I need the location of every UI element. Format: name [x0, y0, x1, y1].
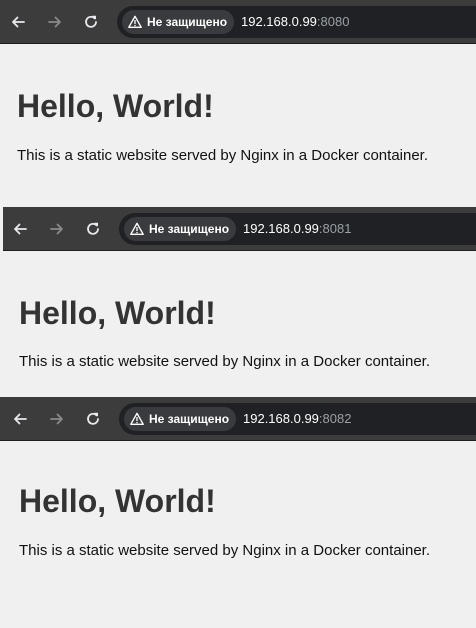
page-paragraph: This is a static website served by Nginx…: [19, 542, 431, 559]
reload-button[interactable]: [83, 219, 103, 239]
url-text[interactable]: 192.168.0.99:8081: [243, 221, 351, 236]
url-host: 192.168.0.99: [241, 14, 317, 29]
browser-window-8082: Не защищено 192.168.0.99:8082 Hello, Wor…: [0, 397, 476, 628]
security-label: Не защищено: [147, 15, 228, 29]
forward-button[interactable]: [47, 219, 67, 239]
url-port: :8080: [316, 14, 350, 29]
page-heading: Hello, World!: [17, 88, 214, 124]
address-bar[interactable]: Не защищено 192.168.0.99:8082: [119, 403, 476, 435]
back-button[interactable]: [8, 12, 28, 32]
forward-arrow-icon: [50, 413, 63, 425]
reload-icon: [87, 412, 99, 425]
reload-button[interactable]: [81, 12, 101, 32]
browser-toolbar: Не защищено 192.168.0.99:8081: [3, 207, 476, 251]
reload-button[interactable]: [83, 409, 103, 429]
reload-icon: [85, 15, 97, 28]
url-port: :8082: [318, 411, 352, 426]
forward-button[interactable]: [45, 12, 65, 32]
back-arrow-icon: [14, 223, 27, 235]
page-heading: Hello, World!: [19, 483, 216, 519]
browser-toolbar: Не защищено 192.168.0.99:8080: [0, 0, 476, 44]
url-text[interactable]: 192.168.0.99:8080: [241, 14, 349, 29]
address-bar[interactable]: Не защищено 192.168.0.99:8080: [117, 6, 476, 38]
security-indicator[interactable]: Не защищено: [124, 217, 237, 241]
forward-arrow-icon: [50, 223, 63, 235]
back-button[interactable]: [10, 219, 30, 239]
browser-window-8081: Не защищено 192.168.0.99:8081 Hello, Wor…: [0, 207, 476, 395]
forward-arrow-icon: [48, 16, 61, 28]
back-arrow-icon: [14, 413, 27, 425]
reload-icon: [87, 222, 99, 235]
address-bar[interactable]: Не защищено 192.168.0.99:8081: [119, 213, 476, 245]
forward-button[interactable]: [47, 409, 67, 429]
browser-toolbar: Не защищено 192.168.0.99:8082: [0, 397, 476, 441]
warning-triangle-icon: [130, 222, 144, 235]
back-arrow-icon: [12, 16, 25, 28]
security-indicator[interactable]: Не защищено: [122, 10, 235, 34]
url-host: 192.168.0.99: [243, 221, 319, 236]
browser-window-8080: Не защищено 192.168.0.99:8080 Hello, Wor…: [0, 0, 476, 188]
url-port: :8081: [318, 221, 352, 236]
back-button[interactable]: [10, 409, 30, 429]
security-label: Не защищено: [149, 222, 230, 236]
security-label: Не защищено: [149, 412, 230, 426]
security-indicator[interactable]: Не защищено: [124, 407, 237, 431]
warning-triangle-icon: [130, 412, 144, 425]
page-heading: Hello, World!: [19, 295, 216, 331]
warning-triangle-icon: [128, 15, 142, 28]
url-text[interactable]: 192.168.0.99:8082: [243, 411, 351, 426]
url-host: 192.168.0.99: [243, 411, 319, 426]
page-paragraph: This is a static website served by Nginx…: [17, 147, 429, 164]
page-paragraph: This is a static website served by Nginx…: [19, 353, 431, 370]
